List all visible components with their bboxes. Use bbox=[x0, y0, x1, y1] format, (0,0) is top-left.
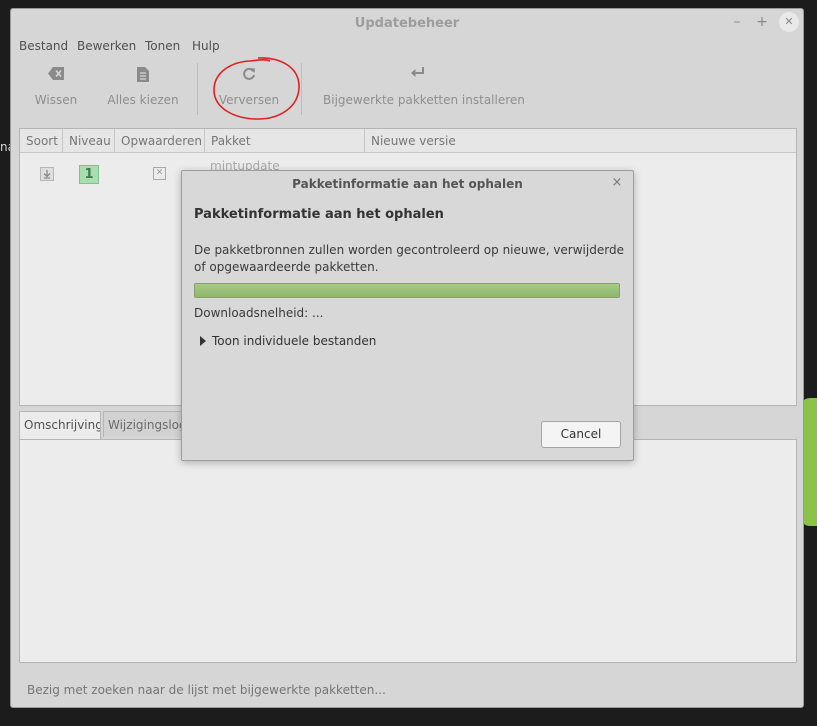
menu-bestand[interactable]: Bestand bbox=[19, 39, 68, 53]
menu-bewerken[interactable]: Bewerken bbox=[77, 39, 136, 53]
package-type-icon bbox=[40, 167, 54, 181]
menu-hulp[interactable]: Hulp bbox=[192, 39, 220, 53]
backspace-icon bbox=[29, 67, 83, 87]
select-all-button[interactable]: Alles kiezen bbox=[107, 63, 179, 113]
install-updates-button[interactable]: Bijgewerkte pakketten installeren bbox=[323, 63, 525, 113]
expander-label: Toon individuele bestanden bbox=[212, 334, 377, 348]
maximize-button[interactable]: + bbox=[753, 13, 771, 31]
dialog-titlebar: Pakketinformatie aan het ophalen × bbox=[182, 171, 633, 197]
column-header-niveau[interactable]: Niveau bbox=[63, 129, 115, 153]
column-header-nieuwe-versie[interactable]: Nieuwe versie bbox=[365, 129, 796, 153]
upgrade-checkbox[interactable]: ✕ bbox=[153, 167, 166, 180]
titlebar: Updatebeheer – + ✕ bbox=[11, 9, 803, 37]
description-pane bbox=[19, 439, 797, 663]
toolbar-separator bbox=[197, 63, 198, 115]
clear-button[interactable]: Wissen bbox=[29, 63, 83, 113]
level-badge: 1 bbox=[79, 165, 99, 184]
minimize-button[interactable]: – bbox=[728, 13, 746, 31]
install-updates-label: Bijgewerkte pakketten installeren bbox=[323, 93, 525, 107]
dialog-description: De pakketbronnen zullen worden gecontrol… bbox=[194, 243, 624, 274]
status-bar-text: Bezig met zoeken naar de lijst met bijge… bbox=[27, 683, 386, 697]
menubar: Bestand Bewerken Tonen Hulp bbox=[11, 37, 803, 57]
dialog-close-button[interactable]: × bbox=[610, 176, 624, 190]
document-icon bbox=[107, 67, 179, 87]
clear-label: Wissen bbox=[34, 93, 78, 107]
show-files-expander[interactable]: Toon individuele bestanden bbox=[200, 334, 376, 348]
annotation-circle bbox=[210, 55, 305, 126]
progress-bar-fill bbox=[195, 284, 619, 297]
column-header-soort[interactable]: Soort bbox=[20, 129, 63, 153]
toolbar: Wissen Alles kiezen Verversen Bijgewerkt… bbox=[11, 57, 803, 123]
menu-tonen[interactable]: Tonen bbox=[145, 39, 180, 53]
select-all-label: Alles kiezen bbox=[107, 93, 179, 107]
close-window-button[interactable]: ✕ bbox=[779, 12, 799, 32]
fetch-info-dialog: Pakketinformatie aan het ophalen × Pakke… bbox=[181, 170, 634, 461]
column-header-pakket[interactable]: Pakket bbox=[205, 129, 365, 153]
progress-bar bbox=[194, 283, 620, 298]
download-speed-text: Downloadsnelheid: ... bbox=[194, 306, 324, 320]
enter-arrow-icon bbox=[323, 67, 513, 87]
expander-arrow-icon bbox=[200, 336, 206, 346]
dialog-title: Pakketinformatie aan het ophalen bbox=[292, 177, 523, 191]
column-header-opwaarderen[interactable]: Opwaarderen bbox=[115, 129, 205, 153]
window-title: Updatebeheer bbox=[354, 16, 460, 31]
dialog-heading: Pakketinformatie aan het ophalen bbox=[194, 207, 444, 222]
tab-omschrijving[interactable]: Omschrijving bbox=[19, 411, 101, 439]
cancel-button[interactable]: Cancel bbox=[541, 421, 621, 448]
